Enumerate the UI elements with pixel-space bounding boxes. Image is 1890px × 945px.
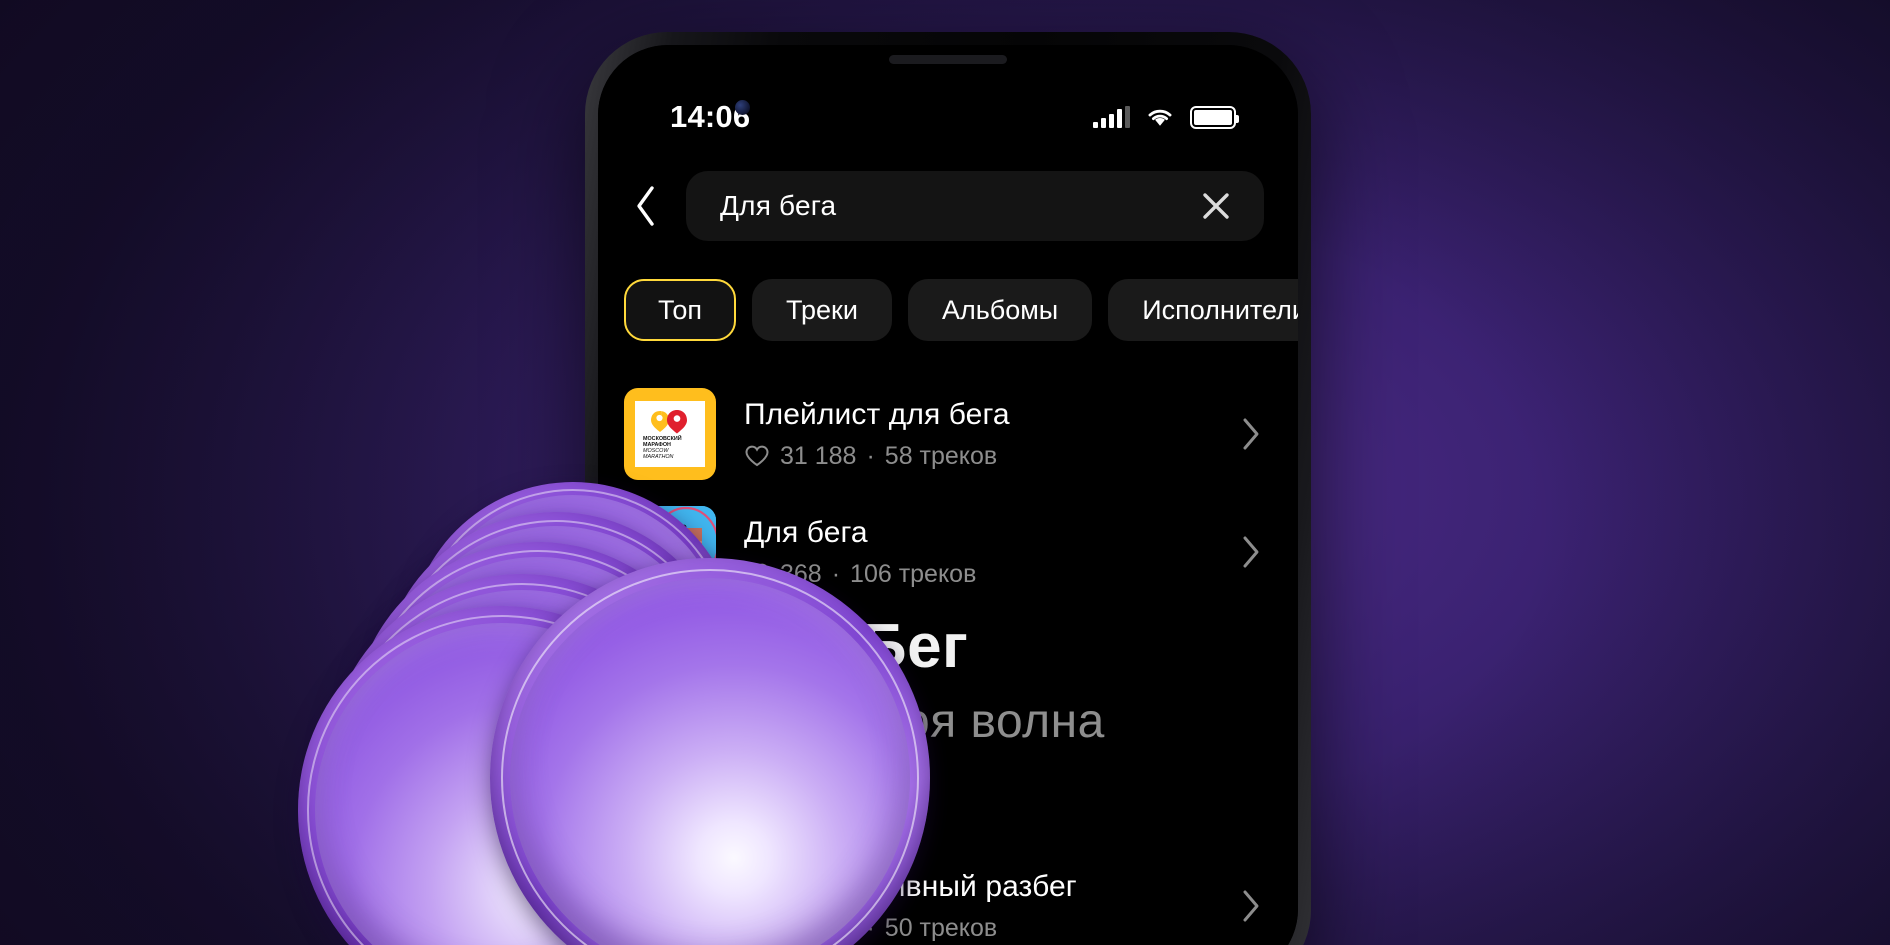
track-count: 50 треков	[884, 913, 998, 942]
marathon-logo-icon	[651, 410, 687, 434]
heart-icon	[745, 445, 769, 467]
row-text: Альтернативный разбег 72 682 · 50 треков	[744, 870, 1238, 943]
search-input[interactable]: Для бега	[686, 171, 1264, 241]
front-camera-icon	[735, 100, 750, 115]
wave-title: Бег	[862, 612, 969, 681]
playlist-title: Альтернативный разбег	[744, 869, 1077, 903]
filter-chips: Топ Треки Альбомы Исполнители П	[598, 277, 1298, 343]
meta-separator: ·	[831, 559, 841, 588]
chip-tracks[interactable]: Треки	[752, 279, 892, 341]
row-disclosure[interactable]	[1238, 412, 1264, 456]
row-text: Плейлист для бега 31 188 · 58 треков	[744, 398, 1238, 471]
back-button[interactable]	[620, 176, 672, 236]
row-text: Для бега 368 · 106 треков	[744, 516, 1238, 589]
chevron-right-icon	[1243, 890, 1259, 922]
table-row[interactable]: Альтернативный разбег 72 682 · 50 треков	[598, 847, 1298, 945]
meta-separator: ·	[866, 441, 875, 470]
earpiece-speaker	[889, 55, 1007, 64]
table-row[interactable]: МОСКОВСКИЙ МАРАФОН MOSCOW MARATHON Плейл…	[598, 375, 1298, 493]
playlist-meta: 72 682 · 50 треков	[744, 914, 1238, 943]
heart-icon	[745, 563, 769, 585]
chevron-left-icon	[637, 186, 654, 226]
meta-separator: ·	[866, 913, 875, 942]
wave-subtitle: Моя волна	[862, 695, 1105, 748]
promo-scene: 14:06 Для бега Топ Треки Альбомы Исполни…	[0, 0, 1890, 945]
chip-artists[interactable]: Исполнители	[1108, 279, 1298, 341]
playlist-title: Плейлист для бега	[744, 397, 1010, 431]
status-indicators	[1093, 105, 1239, 129]
chevron-right-icon	[1243, 536, 1259, 568]
like-count: 72 682	[780, 913, 857, 942]
heart-icon	[745, 917, 769, 939]
playlist-title: Для бега	[744, 515, 868, 549]
phone-bezel: 14:06 Для бега Топ Треки Альбомы Исполни…	[598, 45, 1298, 945]
cellular-bars-icon	[1093, 106, 1130, 128]
like-count: 368	[780, 559, 822, 588]
like-count: 31 188	[780, 441, 857, 470]
wave-overlay-label: Бег Моя волна	[862, 616, 1105, 746]
row-disclosure[interactable]	[1238, 530, 1264, 574]
clear-search-button[interactable]	[1194, 184, 1238, 228]
phone-mockup: 14:06 Для бега Топ Треки Альбомы Исполни…	[585, 32, 1311, 945]
wifi-icon	[1148, 109, 1172, 126]
row-disclosure[interactable]	[1238, 884, 1264, 928]
playlist-cover-moscow-marathon: МОСКОВСКИЙ МАРАФОН MOSCOW MARATHON	[624, 388, 716, 480]
track-count: 58 треков	[884, 441, 998, 470]
chip-albums[interactable]: Альбомы	[907, 279, 1093, 341]
chip-top[interactable]: Топ	[624, 279, 737, 341]
track-count: 106 треков	[850, 559, 977, 588]
status-bar: 14:06	[598, 97, 1298, 137]
phone-screen: 14:06 Для бега Топ Треки Альбомы Исполни…	[598, 45, 1298, 945]
playlist-cover-running-track	[624, 506, 716, 598]
playlist-cover-alternative	[624, 860, 716, 945]
playlist-meta: 31 188 · 58 треков	[744, 442, 1238, 471]
marathon-label-en-2: MARATHON	[643, 454, 674, 460]
table-row[interactable]: Для бега 368 · 106 треков	[598, 493, 1298, 611]
search-query-text: Для бега	[720, 190, 837, 221]
playlist-meta: 368 · 106 треков	[744, 560, 1238, 589]
search-bar: Для бега	[598, 167, 1298, 245]
running-track-art	[624, 506, 716, 598]
close-icon	[1203, 193, 1229, 219]
red-squiggle-art	[624, 860, 716, 945]
chevron-right-icon	[1243, 418, 1259, 450]
battery-icon	[1190, 105, 1239, 129]
